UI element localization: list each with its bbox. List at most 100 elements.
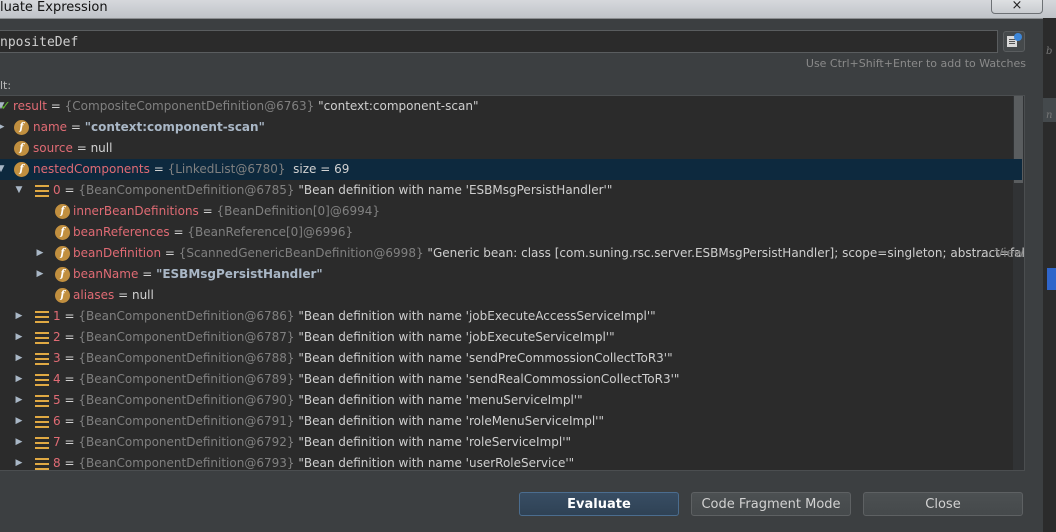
expand-arrow-icon[interactable]: ▶ — [14, 369, 24, 390]
item-ref: {BeanComponentDefinition@6791} — [78, 414, 295, 428]
item-ref: {BeanComponentDefinition@6789} — [78, 372, 295, 386]
list-icon — [35, 353, 49, 365]
item-value: "Bean definition with name 'jobExecuteSe… — [298, 330, 615, 344]
tree-row-item[interactable]: ▶ 8 = {BeanComponentDefinition@6793} "Be… — [0, 453, 1022, 470]
item-ref: {BeanComponentDefinition@6793} — [78, 456, 295, 470]
field-icon: f — [55, 246, 70, 261]
field-ref: {ScannedGenericBeanDefinition@6998} — [178, 246, 424, 260]
field-icon: f — [55, 288, 70, 303]
background-text: n — [1046, 110, 1053, 121]
background-text: b — [1046, 46, 1053, 57]
tree-row-inner-bean-definitions[interactable]: f innerBeanDefinitions = {BeanDefinition… — [0, 201, 1022, 222]
collapse-arrow-icon[interactable]: ▼ — [14, 180, 24, 201]
list-icon — [35, 395, 49, 407]
watches-hint: Use Ctrl+Shift+Enter to add to Watches — [805, 57, 1026, 70]
collapse-arrow-icon[interactable]: ▼ — [0, 159, 6, 180]
item-value: "Bean definition with name 'sendPreCommo… — [298, 351, 673, 365]
field-icon: f — [55, 225, 70, 240]
field-ref: {BeanReference[0]@6996} — [187, 225, 354, 239]
field-ref: {LinkedList@6780} — [167, 162, 286, 176]
item-index: 0 — [53, 183, 61, 197]
expand-arrow-icon[interactable]: ▶ — [14, 327, 24, 348]
close-window-button[interactable]: × — [991, 0, 1043, 14]
tree-row-item[interactable]: ▶ 4 = {BeanComponentDefinition@6789} "Be… — [0, 369, 1022, 390]
tree-row-item-0[interactable]: ▼ 0 = {BeanComponentDefinition@6785} "Be… — [0, 180, 1022, 201]
tree-row-item[interactable]: ▶ 1 = {BeanComponentDefinition@6786} "Be… — [0, 306, 1022, 327]
tree-row-item[interactable]: ▶ 6 = {BeanComponentDefinition@6791} "Be… — [0, 411, 1022, 432]
field-name: name — [33, 120, 68, 134]
tree-row-item[interactable]: ▶ 2 = {BeanComponentDefinition@6787} "Be… — [0, 327, 1022, 348]
expression-input[interactable]: npositeDef — [0, 30, 998, 53]
field-value: null — [131, 288, 154, 302]
expand-arrow-icon[interactable]: ▶ — [14, 453, 24, 470]
field-icon: f — [14, 141, 29, 156]
list-icon — [35, 374, 49, 386]
expand-arrow-icon[interactable]: ▶ — [35, 243, 45, 264]
title-bar: luate Expression × — [0, 0, 1056, 19]
tree-row-name[interactable]: ▶ f name = "context:component-scan" — [0, 117, 1022, 138]
item-ref: {BeanComponentDefinition@6790} — [78, 393, 295, 407]
item-index: 8 — [53, 456, 61, 470]
item-index: 4 — [53, 372, 61, 386]
item-value: "Bean definition with name 'roleServiceI… — [298, 435, 572, 449]
field-value: "ESBMsgPersistHandler" — [156, 267, 323, 281]
history-icon — [1007, 33, 1022, 47]
field-icon: f — [14, 120, 29, 135]
expand-arrow-icon[interactable]: ▶ — [0, 117, 6, 138]
field-icon: f — [55, 267, 70, 282]
list-icon — [35, 311, 49, 323]
item-ref: {BeanComponentDefinition@6788} — [78, 351, 295, 365]
background-accent — [1047, 268, 1056, 290]
field-name: innerBeanDefinitions — [73, 204, 199, 218]
item-ref: {BeanComponentDefinition@6787} — [78, 330, 295, 344]
tree-row-bean-name[interactable]: ▶ f beanName = "ESBMsgPersistHandler" — [0, 264, 1022, 285]
field-ref: {BeanDefinition[0]@6994} — [216, 204, 381, 218]
history-button[interactable] — [1003, 31, 1025, 52]
item-ref: {BeanComponentDefinition@6786} — [78, 309, 295, 323]
field-name: aliases — [73, 288, 115, 302]
tree-row-result[interactable]: ▼ ✓ result = {CompositeComponentDefiniti… — [0, 96, 1022, 117]
item-index: 6 — [53, 414, 61, 428]
field-size: size = 69 — [293, 162, 350, 176]
tree-row-source[interactable]: f source = null — [0, 138, 1022, 159]
item-index: 5 — [53, 393, 61, 407]
tree-row-item[interactable]: ▶ 3 = {BeanComponentDefinition@6788} "Be… — [0, 348, 1022, 369]
list-icon — [35, 185, 49, 197]
item-value: "Bean definition with name 'userRoleServ… — [298, 456, 575, 470]
tree-row-nested-components[interactable]: ▼ f nestedComponents = {LinkedList@6780}… — [0, 159, 1022, 180]
view-link[interactable]: ... View — [980, 243, 1024, 264]
expand-arrow-icon[interactable]: ▶ — [35, 264, 45, 285]
expand-arrow-icon[interactable]: ▶ — [14, 348, 24, 369]
result-value: "context:component-scan" — [318, 99, 479, 113]
field-name: beanName — [73, 267, 139, 281]
field-value: "Generic bean: class [com.suning.rsc.ser… — [427, 246, 1025, 260]
item-value: "Bean definition with name 'jobExecuteAc… — [298, 309, 656, 323]
window-title: luate Expression — [0, 0, 108, 15]
tree-row-bean-references[interactable]: f beanReferences = {BeanReference[0]@699… — [0, 222, 1022, 243]
field-name: beanReferences — [73, 225, 170, 239]
background-editor-strip: b n — [1043, 18, 1056, 532]
close-button[interactable]: Close — [863, 492, 1023, 516]
expand-arrow-icon[interactable]: ▶ — [14, 390, 24, 411]
list-icon — [35, 416, 49, 428]
code-fragment-mode-button[interactable]: Code Fragment Mode — [691, 492, 851, 516]
item-value: "Bean definition with name 'menuServiceI… — [298, 393, 583, 407]
expand-arrow-icon[interactable]: ▶ — [14, 432, 24, 453]
tree-row-item[interactable]: ▶ 7 = {BeanComponentDefinition@6792} "Be… — [0, 432, 1022, 453]
tree-row-bean-definition[interactable]: ▶ f beanDefinition = {ScannedGenericBean… — [0, 243, 1025, 264]
result-ref: {CompositeComponentDefinition@6763} — [64, 99, 315, 113]
tree-row-aliases[interactable]: f aliases = null — [0, 285, 1022, 306]
item-ref: {BeanComponentDefinition@6792} — [78, 435, 295, 449]
expand-arrow-icon[interactable]: ▶ — [14, 411, 24, 432]
tree-row-item[interactable]: ▶ 5 = {BeanComponentDefinition@6790} "Be… — [0, 390, 1022, 411]
result-label: lt: — [0, 79, 12, 92]
list-icon — [35, 458, 49, 470]
result-tree[interactable]: ▼ ✓ result = {CompositeComponentDefiniti… — [0, 95, 1025, 471]
field-value: null — [90, 141, 113, 155]
field-icon: f — [55, 204, 70, 219]
item-value: "Bean definition with name 'sendRealComm… — [298, 372, 680, 386]
list-icon — [35, 437, 49, 449]
field-value: "context:component-scan" — [84, 120, 265, 134]
expand-arrow-icon[interactable]: ▶ — [14, 306, 24, 327]
evaluate-button[interactable]: Evaluate — [519, 492, 679, 516]
